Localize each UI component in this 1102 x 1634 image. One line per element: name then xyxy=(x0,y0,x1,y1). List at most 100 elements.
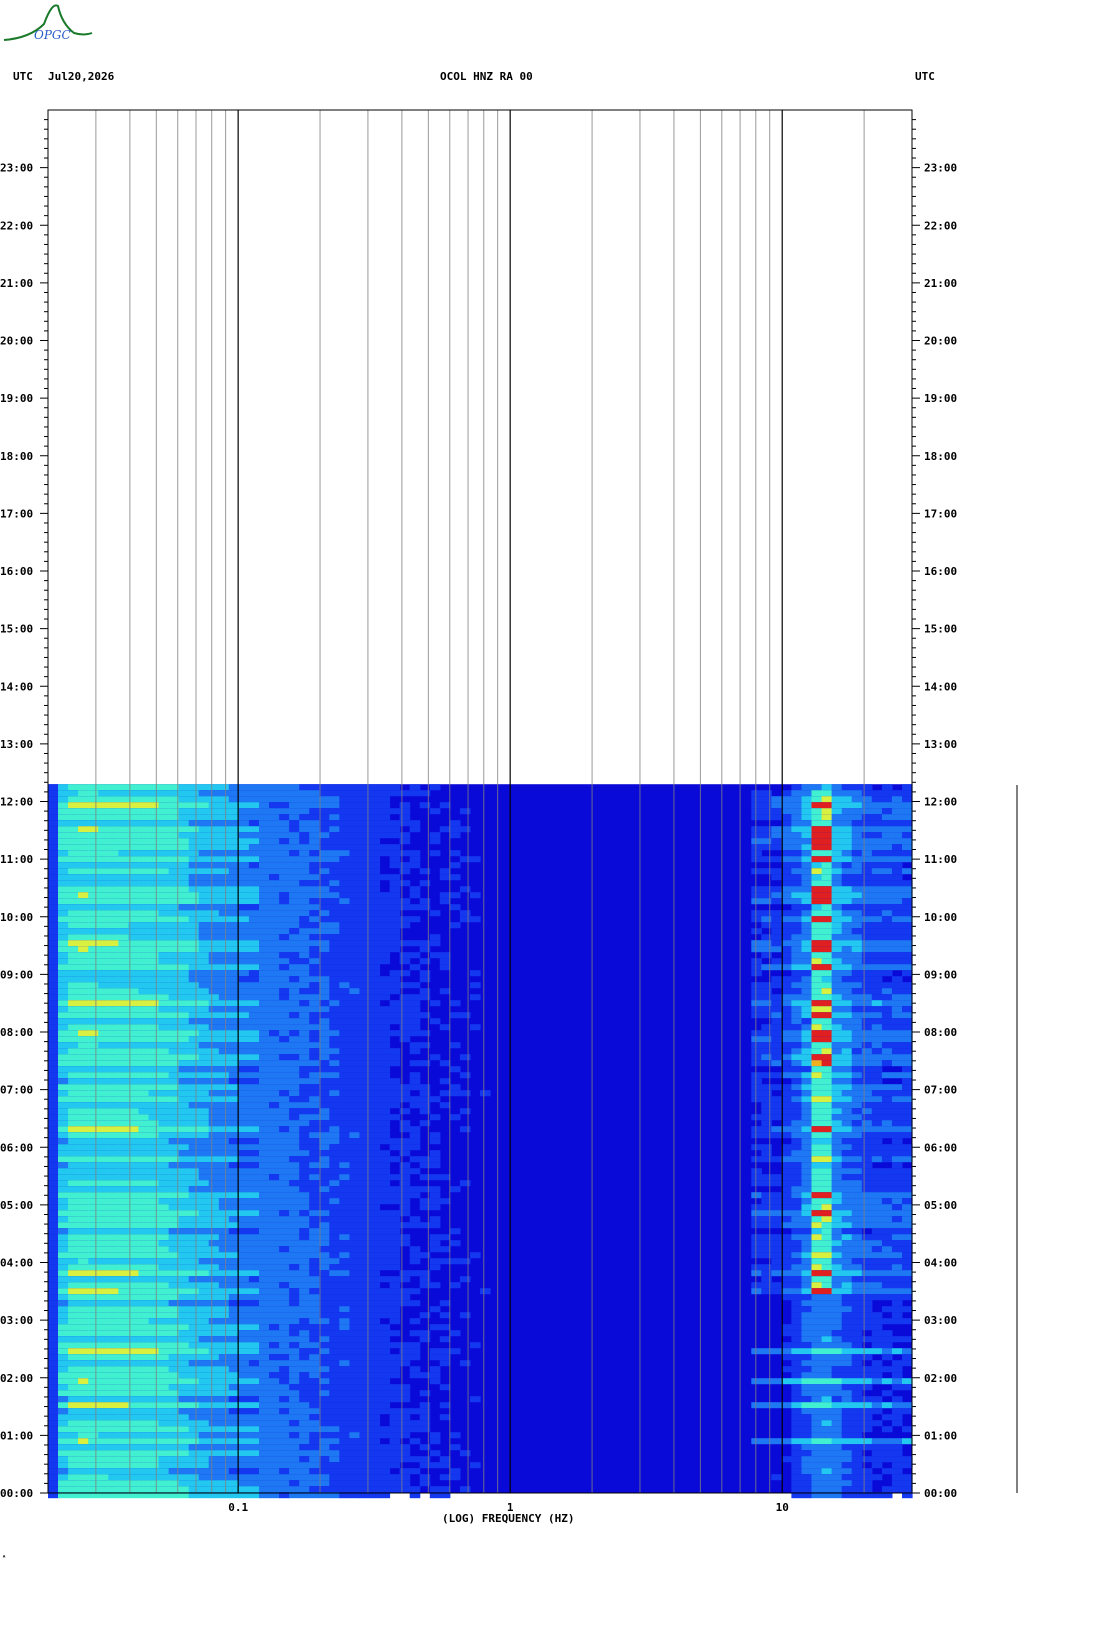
heatmap-cell xyxy=(389,1090,401,1097)
heatmap-cell xyxy=(208,1348,220,1355)
heatmap-cell xyxy=(319,1180,330,1187)
heatmap-cell xyxy=(88,982,99,989)
heatmap-cell xyxy=(259,1030,270,1037)
heatmap-cell xyxy=(821,904,833,911)
heatmap-cell xyxy=(359,1258,370,1265)
heatmap-cell xyxy=(902,1294,913,1301)
heatmap-cell xyxy=(841,1288,853,1295)
heatmap-cell xyxy=(178,850,190,857)
heatmap-cell xyxy=(831,1150,843,1157)
heatmap-cell xyxy=(369,1240,381,1247)
heatmap-cell xyxy=(359,1276,370,1283)
heatmap-cell xyxy=(419,1060,431,1067)
heatmap-cell xyxy=(751,1288,762,1295)
heatmap-cell xyxy=(98,1342,109,1349)
heatmap-cell xyxy=(148,970,160,977)
heatmap-cell xyxy=(821,892,833,899)
heatmap-cell xyxy=(781,964,792,971)
heatmap-cell xyxy=(871,1156,883,1163)
heatmap-cell xyxy=(751,844,762,851)
heatmap-cell xyxy=(238,874,250,881)
heatmap-cell xyxy=(319,1012,330,1019)
heatmap-cell xyxy=(419,976,431,983)
heatmap-cell xyxy=(188,886,200,893)
heatmap-cell xyxy=(771,1108,782,1115)
heatmap-cell xyxy=(791,1066,802,1073)
heatmap-cell xyxy=(791,1294,802,1301)
heatmap-cell xyxy=(178,862,190,869)
heatmap-cell xyxy=(98,862,109,869)
heatmap-cell xyxy=(259,886,270,893)
heatmap-cell xyxy=(409,1072,421,1079)
heatmap-cell xyxy=(98,1294,109,1301)
heatmap-cell xyxy=(369,1294,381,1301)
heatmap-cell xyxy=(409,994,421,1001)
heatmap-cell xyxy=(359,874,370,881)
heatmap-cell xyxy=(369,1246,381,1253)
heatmap-cell xyxy=(289,1012,300,1019)
heatmap-cell xyxy=(269,1084,280,1091)
heatmap-cell xyxy=(811,994,823,1001)
heatmap-cell xyxy=(841,982,853,989)
heatmap-cell xyxy=(88,892,99,899)
heatmap-cell xyxy=(339,1348,350,1355)
heatmap-cell xyxy=(138,916,149,923)
heatmap-cell xyxy=(148,784,160,791)
heatmap-cell xyxy=(48,1132,59,1139)
heatmap-cell xyxy=(88,856,99,863)
heatmap-cell xyxy=(379,994,391,1001)
heatmap-cell xyxy=(279,1150,290,1157)
heatmap-cell xyxy=(309,874,320,881)
heatmap-cell xyxy=(299,898,310,905)
heatmap-cell xyxy=(48,844,59,851)
heatmap-cell xyxy=(238,1342,250,1349)
heatmap-cell xyxy=(891,982,903,989)
heatmap-cell xyxy=(148,1006,160,1013)
heatmap-cell xyxy=(831,988,843,995)
heatmap-cell xyxy=(881,1054,893,1061)
heatmap-cell xyxy=(289,1246,300,1253)
heatmap-cell xyxy=(279,1288,290,1295)
heatmap-cell xyxy=(259,1024,270,1031)
heatmap-cell xyxy=(751,838,762,845)
heatmap-cell xyxy=(188,1198,200,1205)
heatmap-cell xyxy=(379,1294,391,1301)
heatmap-cell xyxy=(158,1192,170,1199)
heatmap-cell xyxy=(269,820,280,827)
heatmap-cell xyxy=(761,1000,772,1007)
heatmap-cell xyxy=(238,1192,250,1199)
heatmap-cell xyxy=(359,862,370,869)
heatmap-cell xyxy=(771,1042,782,1049)
heatmap-cell xyxy=(68,1204,79,1211)
heatmap-cell xyxy=(831,1348,843,1355)
heatmap-cell xyxy=(158,934,170,941)
heatmap-cell xyxy=(399,1288,411,1295)
heatmap-cell xyxy=(359,1054,370,1061)
heatmap-cell xyxy=(851,862,863,869)
heatmap-cell xyxy=(158,1090,170,1097)
heatmap-cell xyxy=(58,1282,69,1289)
heatmap-cell xyxy=(88,1126,99,1133)
heatmap-cell xyxy=(178,1078,190,1085)
heatmap-cell xyxy=(821,1198,833,1205)
heatmap-cell xyxy=(138,1348,149,1355)
heatmap-cell xyxy=(188,874,200,881)
heatmap-cell xyxy=(299,1108,310,1115)
heatmap-cell xyxy=(831,862,843,869)
heatmap-cell xyxy=(439,898,451,905)
heatmap-cell xyxy=(289,1264,300,1271)
heatmap-cell xyxy=(108,976,119,983)
heatmap-cell xyxy=(138,796,149,803)
heatmap-cell xyxy=(158,1150,170,1157)
heatmap-cell xyxy=(881,832,893,839)
heatmap-cell xyxy=(861,982,873,989)
heatmap-cell xyxy=(309,814,320,821)
heatmap-cell xyxy=(138,1138,149,1145)
heatmap-cell xyxy=(801,832,813,839)
heatmap-cell xyxy=(369,1156,381,1163)
heatmap-cell xyxy=(801,1306,813,1313)
heatmap-cell xyxy=(108,964,119,971)
heatmap-cell xyxy=(369,1144,381,1151)
heatmap-cell xyxy=(248,1096,260,1103)
heatmap-cell xyxy=(881,1024,893,1031)
